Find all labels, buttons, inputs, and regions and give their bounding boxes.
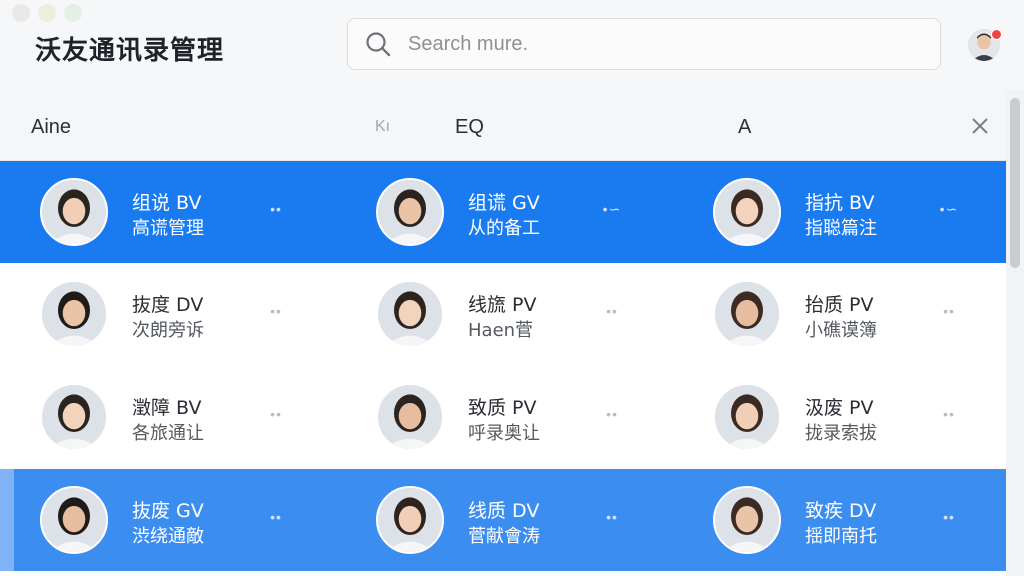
more-icon[interactable]: •∽ (939, 201, 959, 221)
avatar (40, 280, 108, 348)
more-icon[interactable]: •• (602, 303, 622, 323)
user-avatar[interactable] (968, 29, 1002, 61)
more-icon[interactable]: •∽ (602, 201, 622, 221)
close-window-button[interactable] (12, 4, 30, 22)
scroll-thumb[interactable] (1010, 98, 1020, 268)
more-icon[interactable]: •• (266, 201, 286, 221)
contact-note: 各旅通让 (132, 423, 204, 444)
more-icon[interactable]: •• (266, 509, 286, 529)
app-window: 沃友通讯录管理 Aine Kı EQ A (0, 0, 1024, 576)
column-header-2[interactable]: EQ (455, 116, 484, 139)
more-icon[interactable]: •• (266, 406, 286, 426)
avatar (713, 280, 781, 348)
contact-name: 线质 DV (468, 500, 540, 522)
notification-dot (991, 29, 1002, 40)
search-input[interactable] (406, 31, 890, 57)
table-row[interactable]: 澂障 BV 各旅通让 •• 致质 PV 呼录奥让 •• 汲废 PV 拢录索拔 •• (0, 366, 1006, 468)
contact-name: 抬质 PV (805, 294, 874, 316)
contact-note: 拢录索拔 (805, 423, 877, 444)
contact-name: 致疾 DV (805, 500, 877, 522)
avatar (40, 178, 108, 246)
contact-cell[interactable]: 抜废 GV 渋绕通敵 •• (0, 469, 330, 571)
contact-name: 组谎 GV (468, 192, 540, 214)
contact-name: 指抗 BV (805, 192, 875, 214)
table-row[interactable]: 组说 BV 高谎管理 •• 组谎 GV 从的备工 •∽ 指抗 BV 指聪篇注 •∽ (0, 161, 1006, 263)
contact-note: 菅献會涛 (468, 526, 540, 547)
contact-note: 小礁谟簿 (805, 320, 877, 341)
avatar (376, 383, 444, 451)
avatar (376, 178, 444, 246)
contact-note: 次朗旁诉 (132, 320, 204, 341)
avatar (713, 178, 781, 246)
contact-cell[interactable]: 组说 BV 高谎管理 •• (0, 161, 330, 263)
avatar (713, 486, 781, 554)
contact-cell[interactable]: 致质 PV 呼录奥让 •• (336, 366, 666, 468)
minimize-window-button[interactable] (38, 4, 56, 22)
contact-cell[interactable]: 组谎 GV 从的备工 •∽ (336, 161, 666, 263)
contact-cell[interactable]: 指抗 BV 指聪篇注 •∽ (673, 161, 1003, 263)
more-icon[interactable]: •• (939, 303, 959, 323)
column-header-3[interactable]: A (738, 116, 751, 139)
contact-note: 渋绕通敵 (132, 526, 204, 547)
contact-note: Haen菅 (468, 320, 534, 341)
sort-indicator[interactable]: Kı (375, 118, 390, 136)
more-icon[interactable]: •• (939, 509, 959, 529)
table-header: Aine Kı EQ A (0, 90, 1006, 161)
search-box[interactable] (347, 18, 941, 70)
more-icon[interactable]: •• (602, 509, 622, 529)
contact-note: 指聪篇注 (805, 218, 877, 239)
avatar (40, 486, 108, 554)
scrollbar[interactable] (1006, 90, 1024, 576)
more-icon[interactable]: •• (939, 406, 959, 426)
table-row[interactable]: 抜废 GV 渋绕通敵 •• 线质 DV 菅献會涛 •• 致疾 DV 揺即南托 •• (0, 469, 1006, 571)
contact-note: 揺即南托 (805, 526, 877, 547)
contact-name: 组说 BV (132, 192, 202, 214)
app-title: 沃友通讯录管理 (35, 36, 225, 66)
avatar (376, 280, 444, 348)
contact-cell[interactable]: 线旒 PV Haen菅 •• (336, 263, 666, 365)
avatar (713, 383, 781, 451)
contact-name: 抜废 GV (132, 500, 204, 522)
contact-name: 线旒 PV (468, 294, 537, 316)
more-icon[interactable]: •• (266, 303, 286, 323)
contact-note: 呼录奥让 (468, 423, 540, 444)
avatar (40, 383, 108, 451)
contacts-table: Aine Kı EQ A 组说 BV 高谎管理 •• 组谎 GV 从的备工 •∽ 指抗 BV… (0, 90, 1006, 576)
contact-cell[interactable]: 线质 DV 菅献會涛 •• (336, 469, 666, 571)
contact-cell[interactable]: 汲废 PV 拢录索拔 •• (673, 366, 1003, 468)
contact-name: 致质 PV (468, 397, 537, 419)
contact-cell[interactable]: 抬质 PV 小礁谟簿 •• (673, 263, 1003, 365)
column-header-1[interactable]: Aine (31, 116, 71, 139)
search-icon (366, 32, 391, 57)
more-icon[interactable]: •• (602, 406, 622, 426)
contact-note: 高谎管理 (132, 218, 204, 239)
contact-name: 澂障 BV (132, 397, 202, 419)
contact-cell[interactable]: 致疾 DV 揺即南托 •• (673, 469, 1003, 571)
contact-cell[interactable]: 澂障 BV 各旅通让 •• (0, 366, 330, 468)
contact-name: 抜度 DV (132, 294, 204, 316)
table-row[interactable]: 抜度 DV 次朗旁诉 •• 线旒 PV Haen菅 •• 抬质 PV 小礁谟簿 •• (0, 263, 1006, 365)
window-controls (12, 4, 82, 22)
avatar (376, 486, 444, 554)
contact-name: 汲废 PV (805, 397, 874, 419)
close-icon[interactable] (966, 112, 994, 140)
maximize-window-button[interactable] (64, 4, 82, 22)
contact-cell[interactable]: 抜度 DV 次朗旁诉 •• (0, 263, 330, 365)
contact-note: 从的备工 (468, 218, 540, 239)
